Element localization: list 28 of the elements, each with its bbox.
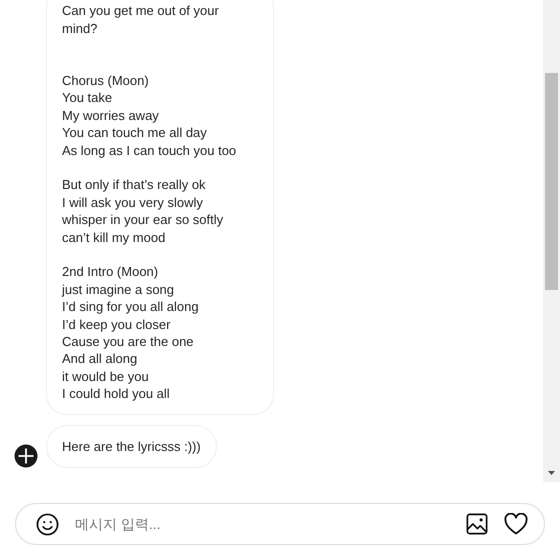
lyric-line: Can you get me out of your mind? (62, 2, 220, 38)
scrollbar-thumb[interactable] (545, 73, 558, 290)
add-icon[interactable] (14, 444, 38, 468)
lyric-line: You take (62, 89, 114, 107)
lyric-line: I could hold you all (62, 385, 171, 403)
lyric-line: Chorus (Moon) (62, 72, 150, 90)
lyric-line: 2nd Intro (Moon) (62, 263, 160, 281)
lyric-line: just imagine a song (62, 280, 176, 298)
lyric-line: whisper in your ear so softly (62, 211, 224, 229)
image-icon[interactable] (466, 513, 488, 535)
smiley-icon[interactable] (36, 512, 59, 536)
lyric-line: And all along (62, 350, 138, 368)
heart-icon[interactable] (504, 513, 528, 535)
lyric-line: can’t kill my mood (62, 228, 166, 246)
lyric-line: I’d sing for you all along (62, 298, 200, 316)
scroll-down-icon[interactable] (548, 471, 555, 475)
lyric-line: My worries away (62, 106, 160, 124)
lyric-line: it would be you (62, 368, 150, 386)
lyric-line: I’d keep you closer (62, 316, 172, 333)
lyric-line: You can touch me all day (62, 124, 208, 142)
message-bubble: Here are the lyricsss :))) (46, 424, 217, 468)
message-input[interactable]: 메시지 입력... (75, 514, 466, 534)
lyric-line: As long as I can touch you too (62, 142, 238, 159)
scrollbar[interactable] (543, 0, 560, 482)
message-composer[interactable]: 메시지 입력... (15, 503, 545, 545)
lyric-line: But only if that’s really ok (62, 176, 207, 194)
lyric-line: Cause you are the one (62, 332, 195, 350)
lyric-line: I will ask you very slowly (62, 194, 204, 212)
